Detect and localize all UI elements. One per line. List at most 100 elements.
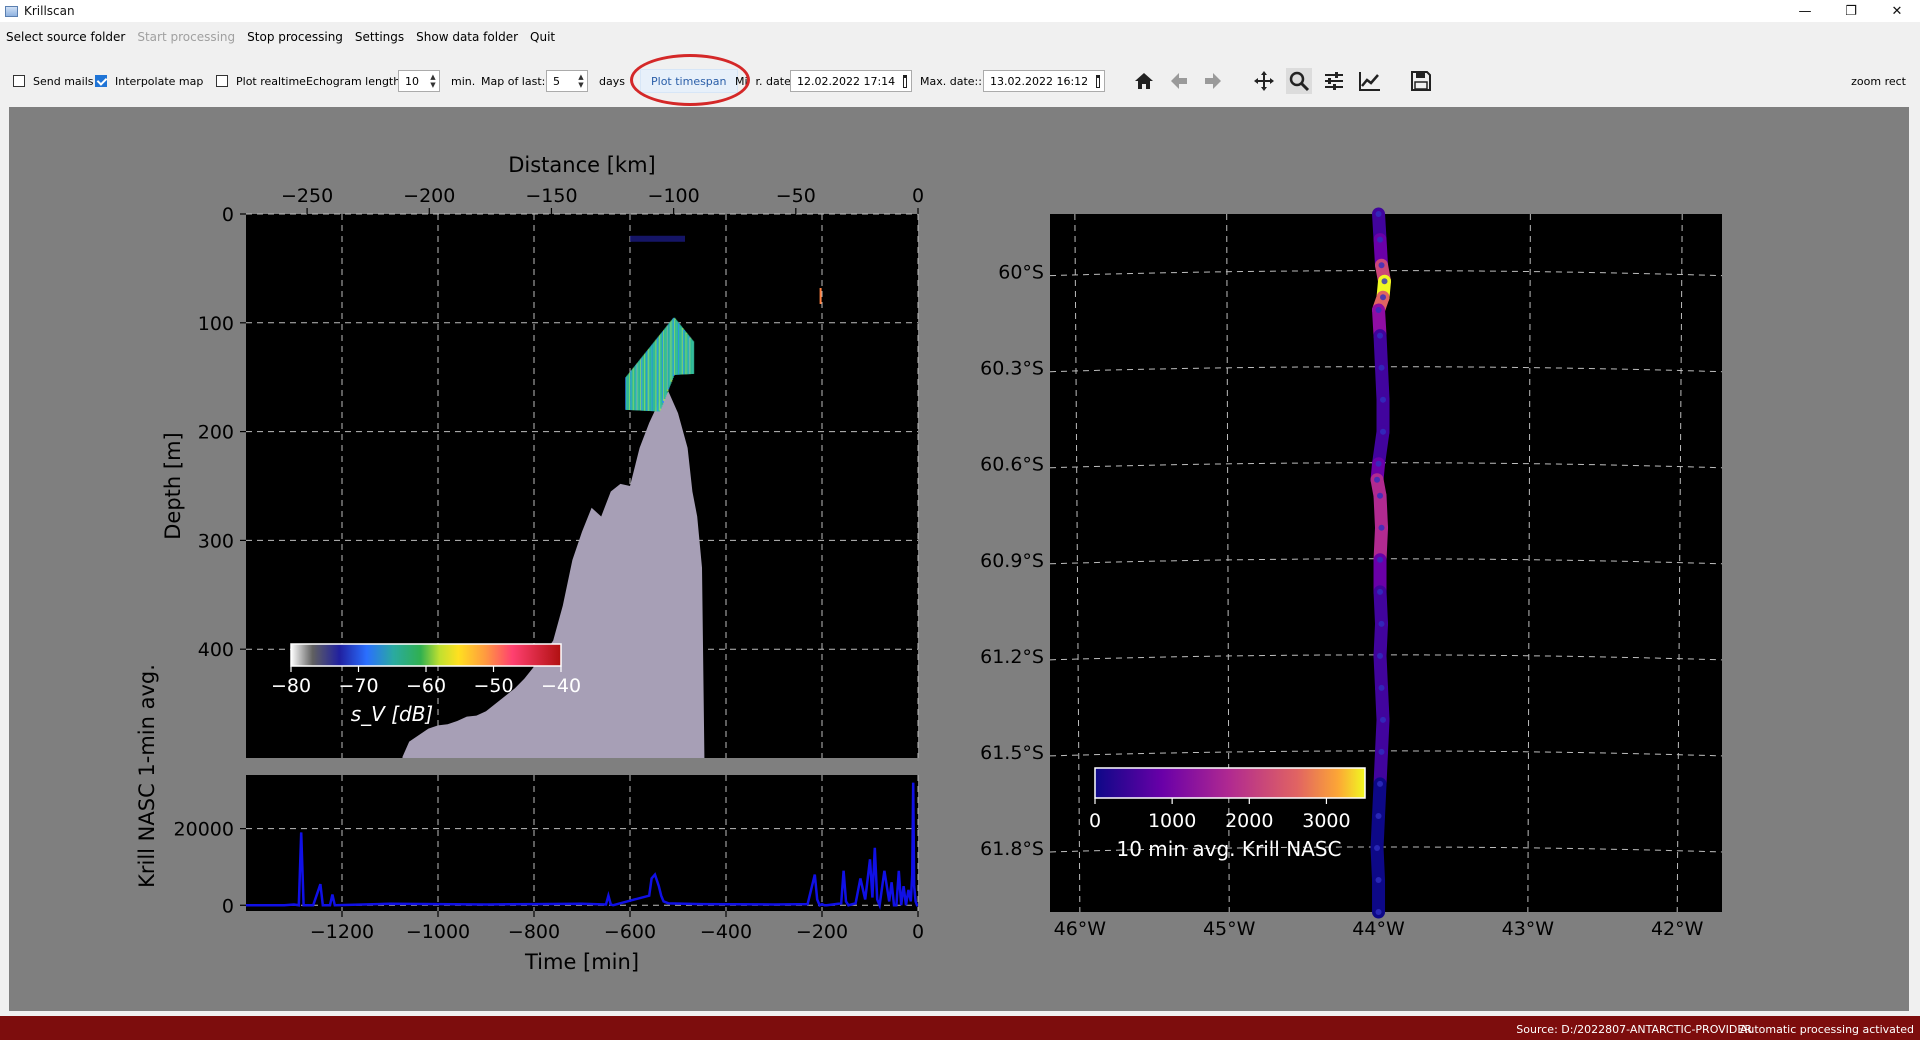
track-point bbox=[1377, 588, 1384, 595]
track-point bbox=[1377, 332, 1384, 339]
track-point bbox=[1378, 684, 1385, 691]
nasc-ticks: 0 20000 bbox=[174, 819, 246, 917]
time-tick-label: 0 bbox=[912, 921, 924, 943]
track-point bbox=[1378, 262, 1385, 269]
nasc-colorbar-tick-label: 1000 bbox=[1148, 810, 1196, 832]
calendar-icon[interactable] bbox=[903, 74, 907, 88]
send-mails-label: Send mails bbox=[33, 74, 94, 88]
processing-status: Automatic processing activated bbox=[1739, 1023, 1914, 1036]
map-of-last-label: Map of last: bbox=[481, 74, 546, 88]
sv-colorbar-tick-label: −80 bbox=[271, 675, 311, 697]
latitude-tick-label: 60.3°S bbox=[980, 358, 1044, 380]
title-bar: Krillscan — ❐ ✕ bbox=[0, 0, 1920, 22]
nasc-tick-label: 20000 bbox=[174, 819, 234, 841]
plot-realtime-checkbox[interactable] bbox=[216, 75, 228, 87]
track-point bbox=[1380, 396, 1387, 403]
track-point bbox=[1381, 278, 1388, 285]
track-point bbox=[1375, 460, 1382, 467]
depth-tick-label: 300 bbox=[198, 530, 234, 552]
restore-button[interactable]: ❐ bbox=[1828, 0, 1874, 22]
min-date-value: 12.02.2022 17:14 bbox=[797, 74, 896, 88]
minimize-button[interactable]: — bbox=[1782, 0, 1828, 22]
time-tick-label: −600 bbox=[604, 921, 656, 943]
track-point bbox=[1378, 620, 1385, 627]
longitude-tick-label: 46°W bbox=[1054, 918, 1107, 940]
latitude-ticks: 60°S 60.3°S 60.6°S 60.9°S 61.2°S 61.5°S 61.8°S bbox=[980, 262, 1044, 860]
track-point bbox=[1377, 652, 1384, 659]
spin-arrows-icon[interactable]: ▲ ▼ bbox=[575, 73, 587, 89]
track-point bbox=[1374, 844, 1381, 851]
track-point bbox=[1375, 812, 1382, 819]
echogram-axes[interactable]: −250 −200 −150 −100 −50 0 0 100 200 300 400 Dista… bbox=[161, 153, 924, 758]
distance-tick-label: −150 bbox=[525, 185, 577, 207]
menu-stop-processing[interactable]: Stop processing bbox=[241, 30, 349, 44]
calendar-icon[interactable] bbox=[1096, 74, 1100, 88]
longitude-tick-label: 45°W bbox=[1203, 918, 1256, 940]
plot-realtime-option[interactable]: Plot realtime bbox=[216, 58, 306, 104]
track-point bbox=[1377, 236, 1384, 243]
plot-area[interactable]: −250 −200 −150 −100 −50 0 0 100 200 300 400 Dista… bbox=[9, 107, 1909, 1011]
track-point bbox=[1380, 294, 1387, 301]
depth-tick-label: 0 bbox=[222, 204, 234, 226]
send-mails-checkbox[interactable] bbox=[13, 75, 25, 87]
track-point bbox=[1375, 307, 1382, 314]
home-icon[interactable] bbox=[1131, 68, 1157, 94]
time-ticks: −1200 −1000 −800 −600 −400 −200 0 bbox=[310, 911, 924, 943]
longitude-tick-label: 43°W bbox=[1502, 918, 1555, 940]
time-tick-label: −200 bbox=[796, 921, 848, 943]
latitude-tick-label: 60.9°S bbox=[980, 550, 1044, 572]
depth-ticks: 0 100 200 300 400 bbox=[198, 204, 246, 661]
back-arrow-icon[interactable] bbox=[1166, 68, 1192, 94]
map-axes[interactable]: 46°W 45°W 44°W 43°W 42°W 60°S 60.3°S 60.6°S 60.… bbox=[980, 207, 1723, 940]
source-path-status: Source: D:/2022807-ANTARCTIC-PROVIDER bbox=[1516, 1023, 1752, 1036]
menu-settings[interactable]: Settings bbox=[349, 30, 410, 44]
zoom-icon[interactable] bbox=[1286, 68, 1312, 94]
track-point bbox=[1378, 364, 1385, 371]
depth-tick-label: 400 bbox=[198, 639, 234, 661]
configure-subplots-icon[interactable] bbox=[1321, 68, 1347, 94]
time-tick-label: −400 bbox=[700, 921, 752, 943]
min-date-edit[interactable]: 12.02.2022 17:14 bbox=[790, 70, 912, 92]
menu-quit[interactable]: Quit bbox=[524, 30, 561, 44]
menu-select-source-folder[interactable]: Select source folder bbox=[0, 30, 131, 44]
latitude-tick-label: 61.2°S bbox=[980, 646, 1044, 668]
distance-tick-label: −50 bbox=[776, 185, 816, 207]
nasc-colorbar-tick-label: 2000 bbox=[1225, 810, 1273, 832]
close-button[interactable]: ✕ bbox=[1874, 0, 1920, 22]
krill-school-cell bbox=[819, 287, 822, 304]
menu-show-data-folder[interactable]: Show data folder bbox=[410, 30, 524, 44]
pan-icon[interactable] bbox=[1251, 68, 1277, 94]
max-date-value: 13.02.2022 16:12 bbox=[990, 74, 1089, 88]
track-point bbox=[1374, 476, 1381, 483]
echogram-length-unit: min. bbox=[451, 74, 476, 88]
nasc-colorbar-tick-label: 0 bbox=[1089, 810, 1101, 832]
sv-colorbar-label: s_V [dB] bbox=[351, 702, 433, 726]
distance-tick-label: −250 bbox=[281, 185, 333, 207]
echogram-length-spinbox[interactable]: 10 ▲ ▼ bbox=[398, 70, 440, 92]
longitude-ticks: 46°W 45°W 44°W 43°W 42°W bbox=[1054, 918, 1704, 940]
sv-colorbar-tick-label: −50 bbox=[473, 675, 513, 697]
figure-canvas[interactable]: −250 −200 −150 −100 −50 0 0 100 200 300 400 Dista… bbox=[9, 107, 1909, 1011]
spin-arrows-icon[interactable]: ▲ ▼ bbox=[427, 73, 439, 89]
interpolate-map-option[interactable]: Interpolate map bbox=[95, 58, 203, 104]
save-icon[interactable] bbox=[1408, 68, 1434, 94]
latitude-tick-label: 61.8°S bbox=[980, 838, 1044, 860]
sv-colorbar-gradient bbox=[290, 643, 562, 667]
edit-axis-icon[interactable] bbox=[1357, 68, 1383, 94]
track-point bbox=[1378, 748, 1385, 755]
min-date-label-b: r. date: bbox=[755, 74, 795, 88]
depth-axis-label: Depth [m] bbox=[161, 432, 185, 539]
window-title: Krillscan bbox=[24, 4, 75, 18]
track-point bbox=[1377, 780, 1384, 787]
distance-axis-label: Distance [km] bbox=[508, 153, 656, 177]
time-tick-label: −1000 bbox=[406, 921, 470, 943]
forward-arrow-icon[interactable] bbox=[1200, 68, 1226, 94]
depth-tick-label: 100 bbox=[198, 313, 234, 335]
nasc-axis-label: Krill NASC 1-min avg. bbox=[135, 664, 159, 888]
plot-realtime-label: Plot realtime bbox=[236, 74, 306, 88]
app-icon bbox=[5, 5, 18, 17]
send-mails-option[interactable]: Send mails bbox=[13, 58, 94, 104]
map-of-last-spinbox[interactable]: 5 ▲ ▼ bbox=[546, 70, 588, 92]
interpolate-map-checkbox[interactable] bbox=[95, 75, 107, 87]
max-date-edit[interactable]: 13.02.2022 16:12 bbox=[983, 70, 1105, 92]
